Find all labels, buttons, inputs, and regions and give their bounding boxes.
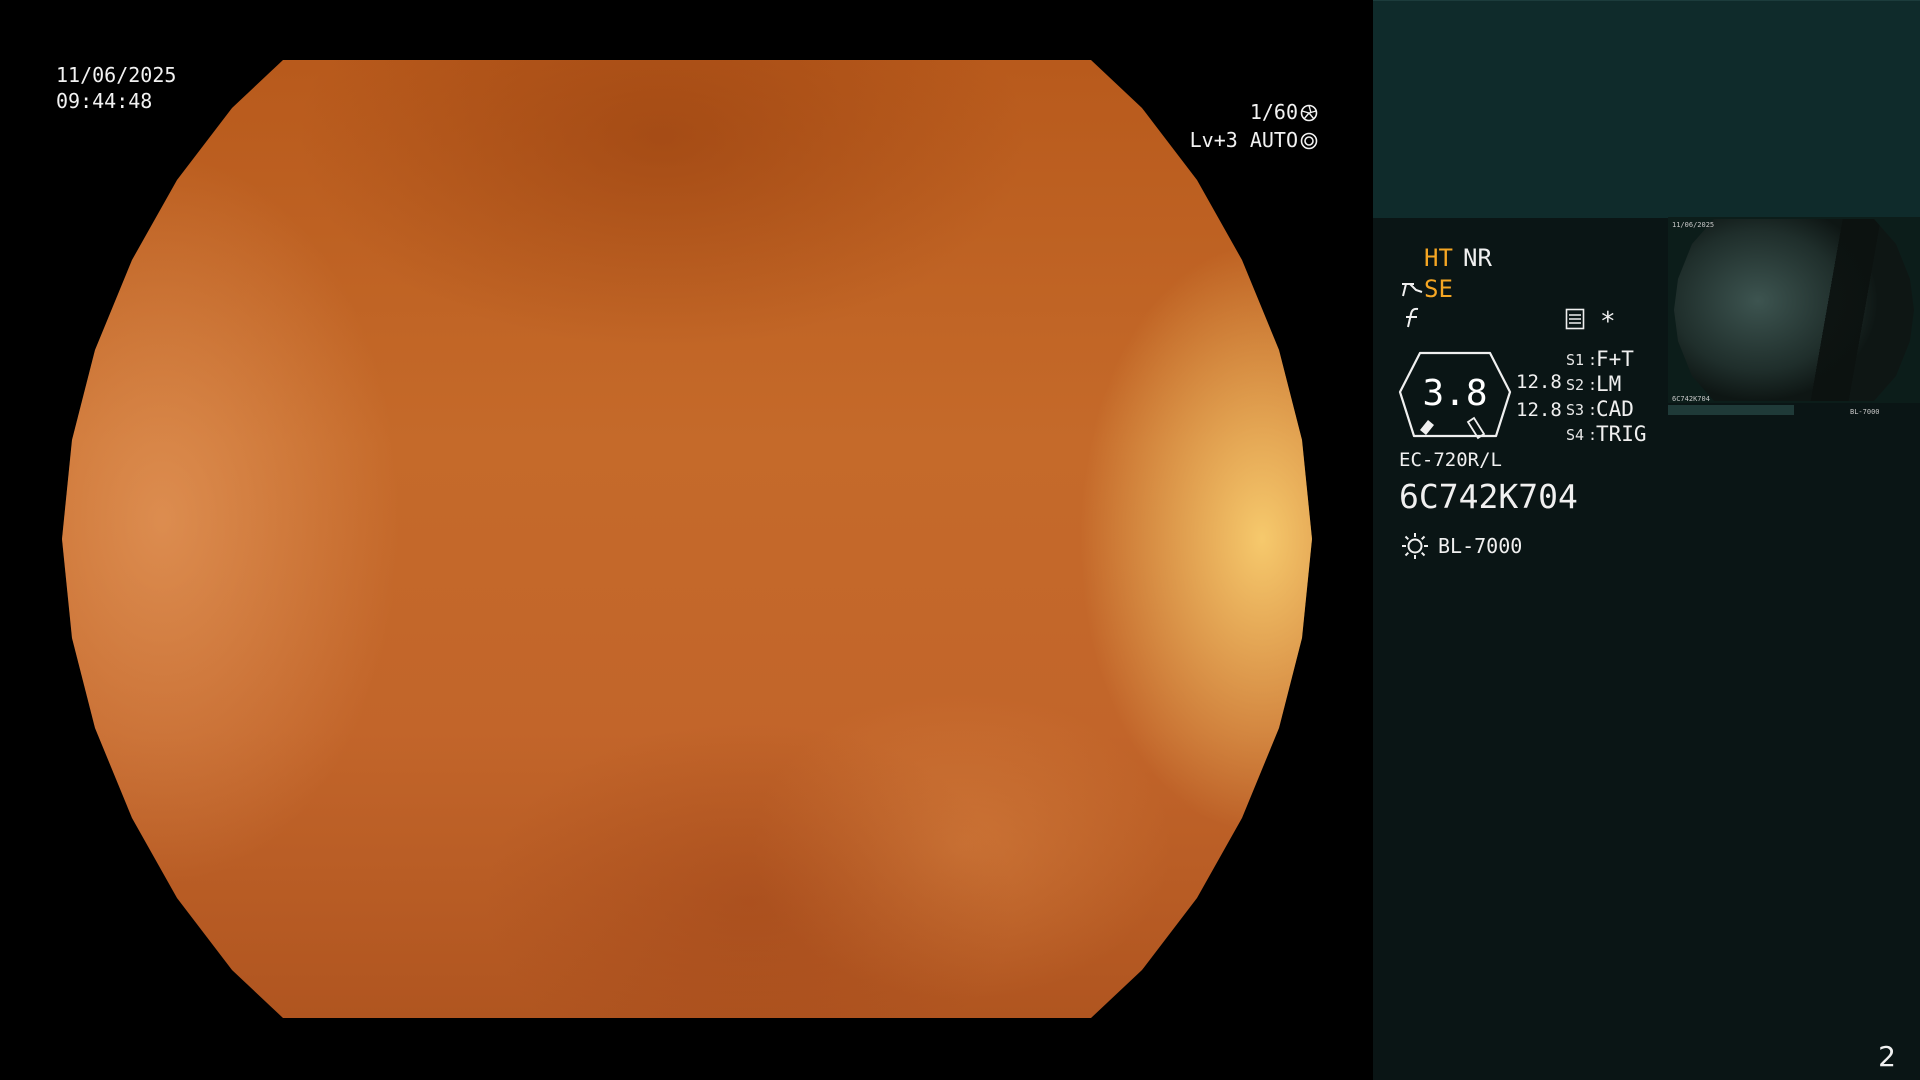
light-source-model: BL-7000 bbox=[1438, 534, 1523, 558]
ht-indicator: HT bbox=[1424, 244, 1453, 272]
switch-value: LM bbox=[1596, 372, 1622, 396]
switch-key: S1 bbox=[1566, 351, 1585, 369]
thumbnail-date: 11/06/2025 bbox=[1672, 221, 1715, 229]
info-panel-header-area bbox=[1373, 0, 1920, 218]
zoom-value: 3.8 bbox=[1422, 373, 1488, 414]
page-number: 2 bbox=[1878, 1040, 1896, 1073]
capture-thumbnail[interactable]: 11/06/2025 6C742K704 bbox=[1668, 217, 1920, 403]
thumbnail-progress-strip bbox=[1668, 405, 1794, 415]
angle-bracket-icon bbox=[1402, 283, 1423, 297]
function-f-icon bbox=[1406, 307, 1419, 328]
switch-key: S3 bbox=[1566, 401, 1585, 419]
osd-brightness-level: Lv+3 bbox=[1189, 128, 1238, 152]
switch-value: TRIG bbox=[1596, 422, 1647, 446]
thumbnail-image bbox=[1674, 219, 1914, 401]
switch-key: S4 bbox=[1566, 426, 1585, 444]
osd-date: 11/06/2025 bbox=[56, 63, 177, 87]
zoom-sub-top: 12.8 bbox=[1516, 371, 1562, 393]
zoom-sub-bottom: 12.8 bbox=[1516, 399, 1562, 421]
sun-lamp-icon bbox=[1402, 533, 1428, 559]
osd-shutter-speed: 1/60 bbox=[1249, 100, 1298, 124]
osd-level-row: Lv+3 AUTO bbox=[1150, 127, 1318, 153]
switch-value: CAD bbox=[1596, 397, 1634, 421]
asterisk-indicator: * bbox=[1600, 307, 1616, 337]
switch-key: S2 bbox=[1566, 376, 1585, 394]
endoscopy-monitor-screen: 11/06/2025 09:44:48 1/60 Lv+3 AUTO HT NR… bbox=[0, 0, 1920, 1080]
nr-indicator: NR bbox=[1463, 244, 1492, 272]
thumbnail-light-source: BL-7000 bbox=[1850, 408, 1880, 416]
aperture-icon bbox=[1300, 104, 1318, 122]
thumbnail-serial: 6C742K704 bbox=[1672, 395, 1710, 403]
iris-ring-icon bbox=[1300, 132, 1318, 150]
se-indicator: SE bbox=[1424, 275, 1453, 303]
osd-time: 09:44:48 bbox=[56, 89, 153, 113]
endoscope-live-view bbox=[62, 60, 1312, 1018]
menu-box-icon[interactable] bbox=[1565, 308, 1585, 330]
osd-shutter-row: 1/60 bbox=[1190, 99, 1318, 125]
scope-serial: 6C742K704 bbox=[1399, 477, 1578, 516]
switch-value: F+T bbox=[1596, 347, 1634, 371]
osd-iris-mode: AUTO bbox=[1249, 128, 1298, 152]
scope-model: EC-720R/L bbox=[1399, 449, 1502, 471]
